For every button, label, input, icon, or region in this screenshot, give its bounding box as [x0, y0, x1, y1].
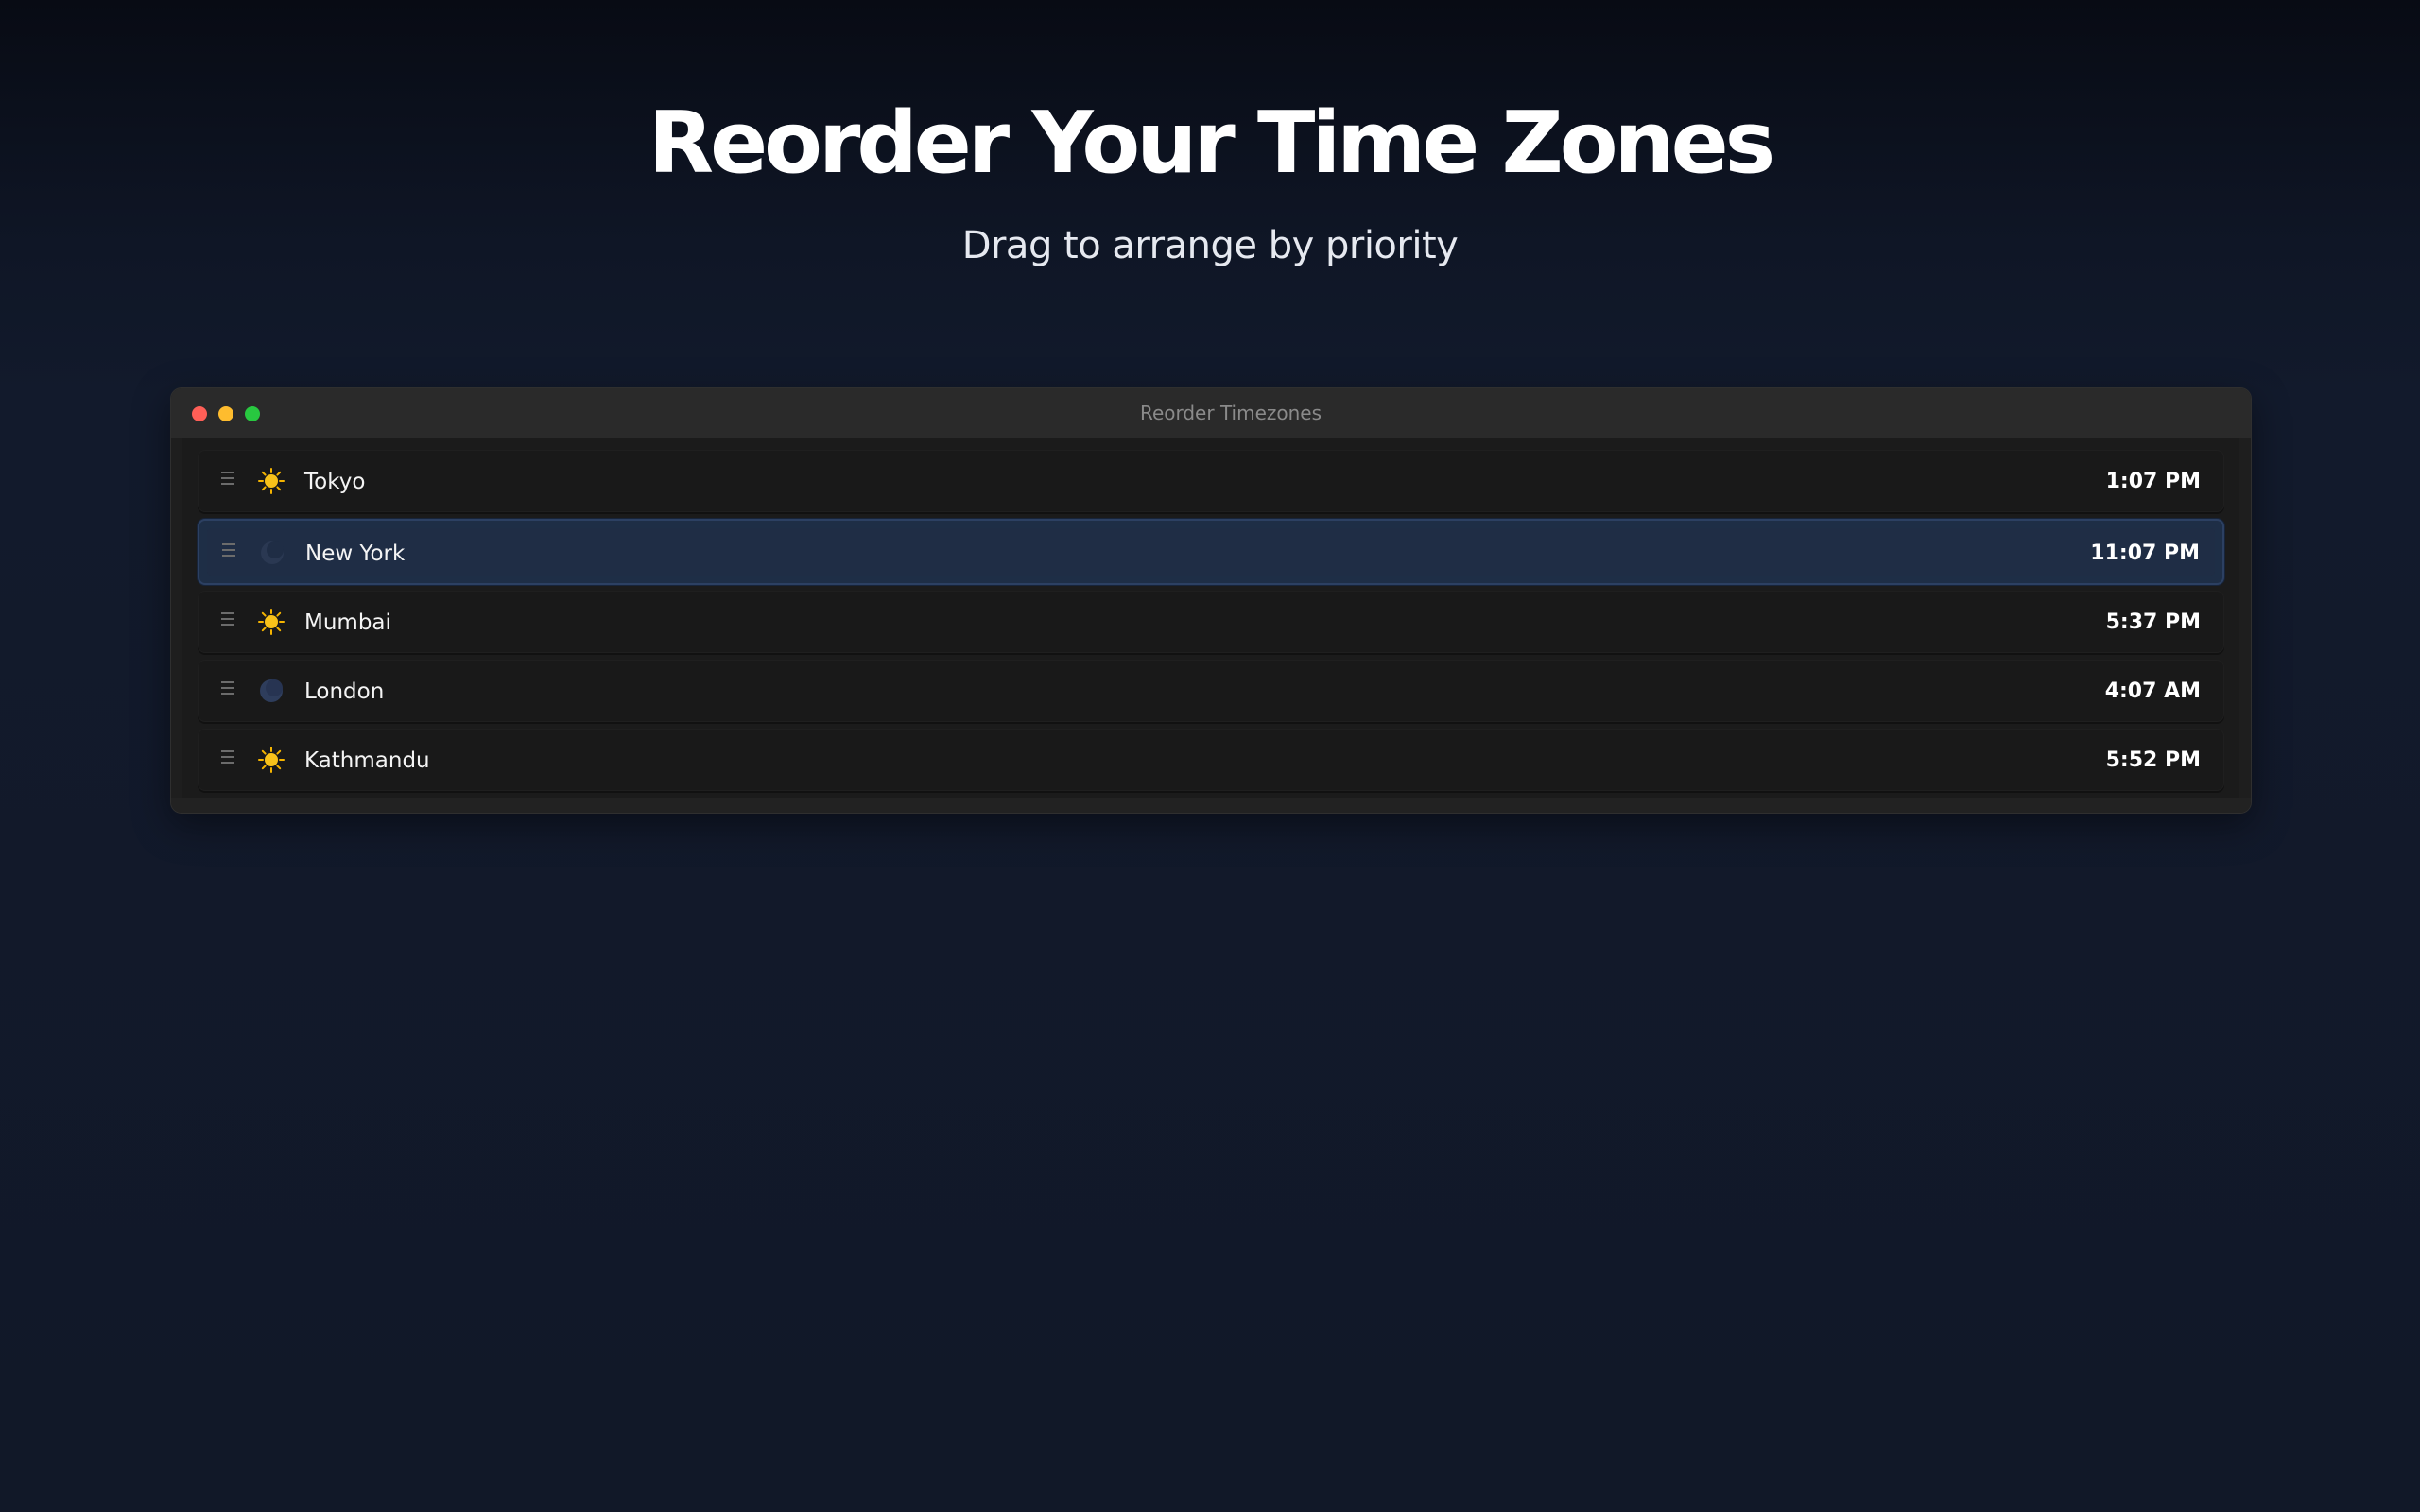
window-bottom-edge	[171, 798, 2251, 813]
city-name: Kathmandu	[304, 748, 430, 773]
moon-icon	[260, 679, 283, 702]
drag-handle-icon[interactable]	[221, 472, 236, 490]
drag-handle-icon[interactable]	[221, 750, 236, 769]
timezone-row-tokyo[interactable]: Tokyo 1:07 PM	[198, 450, 2224, 512]
city-name: London	[304, 679, 385, 704]
drag-handle-icon[interactable]	[222, 543, 237, 562]
drag-handle-icon[interactable]	[221, 612, 236, 631]
drag-handle-icon[interactable]	[221, 681, 236, 700]
page-title: Reorder Your Time Zones	[648, 94, 1775, 193]
city-name: Tokyo	[304, 470, 366, 494]
reorder-timezones-window: Reorder Timezones Tokyo 1:07 PM New York…	[170, 387, 2252, 814]
timezone-row-mumbai[interactable]: Mumbai 5:37 PM	[198, 591, 2224, 653]
page-subtitle: Drag to arrange by priority	[961, 224, 1459, 267]
timezone-list: Tokyo 1:07 PM New York 11:07 PM Mumbai 5…	[182, 438, 2239, 798]
city-time: 5:52 PM	[2105, 748, 2201, 772]
sun-icon	[258, 609, 285, 635]
window-title: Reorder Timezones	[1139, 402, 1322, 424]
city-time: 5:37 PM	[2105, 610, 2201, 634]
window-titlebar[interactable]: Reorder Timezones	[171, 388, 2251, 438]
sun-icon	[258, 468, 285, 494]
city-name: New York	[305, 541, 406, 566]
sun-icon	[258, 747, 285, 773]
timezone-row-new-york[interactable]: New York 11:07 PM	[198, 519, 2224, 585]
city-time: 4:07 AM	[2104, 679, 2201, 703]
city-time: 11:07 PM	[2090, 541, 2200, 565]
city-name: Mumbai	[304, 610, 391, 635]
city-time: 1:07 PM	[2105, 470, 2201, 493]
timezone-row-kathmandu[interactable]: Kathmandu 5:52 PM	[198, 729, 2224, 791]
moon-icon	[261, 541, 284, 564]
timezone-row-london[interactable]: London 4:07 AM	[198, 660, 2224, 722]
